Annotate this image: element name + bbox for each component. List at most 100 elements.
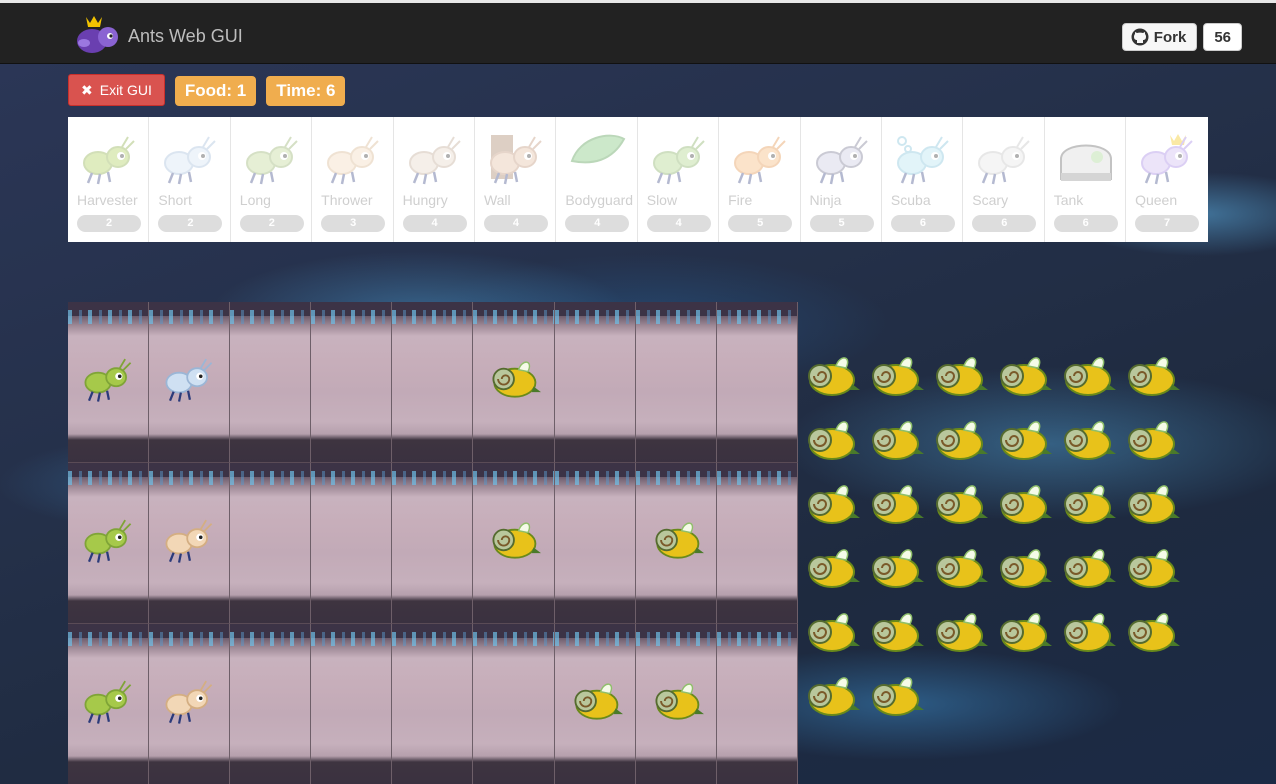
hive-bee-icon: [808, 677, 860, 716]
ant-card-fire[interactable]: Fire 5: [719, 117, 801, 242]
hive-bee-icon: [1064, 613, 1116, 652]
ant-cost-badge: 2: [77, 215, 141, 232]
queen-ant-logo-icon: [77, 16, 118, 53]
ant-card-short[interactable]: Short 2: [149, 117, 231, 242]
tunnel-tile[interactable]: [149, 624, 231, 784]
short-thrower-ant-icon: [165, 358, 213, 402]
hive-bee-icon: [936, 485, 988, 524]
ant-name: Fire: [728, 192, 753, 208]
tunnel-tile[interactable]: [68, 624, 150, 784]
scuba-ant-icon: [896, 136, 949, 185]
tunnel-tile[interactable]: [392, 302, 474, 463]
tunnel-tile[interactable]: [230, 463, 312, 624]
bee-hive: [800, 352, 1200, 782]
tunnel-tile[interactable]: [392, 463, 474, 624]
hive-bee-icon: [1000, 421, 1052, 460]
tunnel-tile[interactable]: [311, 624, 393, 784]
github-fork: Fork 56: [1121, 23, 1242, 51]
fork-count[interactable]: 56: [1203, 23, 1242, 51]
queen-ant-icon: [1141, 134, 1193, 185]
ant-card-tank[interactable]: Tank 6: [1045, 117, 1127, 242]
tunnel-tile[interactable]: [554, 463, 636, 624]
ant-cost-badge: 7: [1135, 215, 1200, 232]
tank-ant-icon: [1059, 144, 1112, 181]
hive-bee-icon: [936, 613, 988, 652]
ant-card-ninja[interactable]: Ninja 5: [801, 117, 882, 242]
app-title: Ants Web GUI: [128, 25, 243, 46]
hive-bee-icon: [1064, 357, 1116, 396]
tunnel-tile[interactable]: [392, 624, 474, 784]
wall-ant-icon: [489, 135, 542, 185]
ant-card-wall[interactable]: Wall 4: [475, 117, 557, 242]
tunnel-tile[interactable]: [230, 302, 312, 463]
exit-gui-label: Exit GUI: [99, 82, 152, 98]
ant-cost-badge: 2: [239, 215, 304, 232]
tunnel-tile[interactable]: [149, 302, 231, 463]
tunnel-row: [68, 302, 798, 463]
game-board: [68, 302, 798, 784]
tunnel-tile[interactable]: [311, 302, 393, 463]
ant-name: Thrower: [321, 192, 373, 208]
time-counter: Time: 6: [266, 76, 346, 106]
hive-bee-icon: [1128, 549, 1180, 588]
hive-bee-icon: [808, 485, 860, 524]
tunnel-tile[interactable]: [635, 624, 717, 784]
bee-icon: [655, 522, 704, 559]
hive-bee-icon: [872, 485, 924, 524]
ant-card-slow[interactable]: Slow 4: [638, 117, 720, 242]
tunnel-tile[interactable]: [635, 302, 717, 463]
tunnel-tile[interactable]: [68, 302, 150, 463]
tunnel-tile[interactable]: [716, 463, 798, 624]
hive-bee-icon: [808, 421, 860, 460]
exit-gui-button[interactable]: ✖ Exit GUI: [68, 74, 165, 106]
ant-card-hungry[interactable]: Hungry 4: [394, 117, 475, 242]
tunnel-tile[interactable]: [149, 463, 231, 624]
tunnel-tile[interactable]: [554, 302, 636, 463]
harvester-ant-icon: [84, 680, 132, 724]
ant-card-scary[interactable]: Scary 6: [963, 117, 1045, 242]
hive-bee-icon: [872, 549, 924, 588]
hive-bee-icon: [936, 421, 988, 460]
ant-cost-badge: 2: [158, 215, 223, 232]
tunnel-tile[interactable]: [230, 624, 312, 784]
fire-ant-icon: [734, 136, 786, 185]
harvester-ant-icon: [84, 519, 132, 563]
ant-card-harvester[interactable]: Harvester 2: [68, 117, 150, 242]
hive-bee-icon: [1128, 613, 1180, 652]
hive-bee-icon: [1000, 613, 1052, 652]
ant-name: Hungry: [402, 192, 448, 208]
slow-ant-icon: [652, 136, 705, 185]
ant-card-scuba[interactable]: Scuba 6: [882, 117, 964, 242]
tunnel-tile[interactable]: [311, 463, 393, 624]
ant-name: Slow: [646, 192, 678, 208]
ninja-ant-icon: [815, 136, 868, 185]
ant-card-bodyguard[interactable]: Bodyguard 4: [556, 117, 638, 242]
bee-icon: [574, 683, 623, 720]
hive-bee-icon: [1064, 549, 1116, 588]
github-icon: [1131, 28, 1149, 46]
tunnel-tile[interactable]: [716, 302, 798, 463]
short-ant-icon: [164, 136, 217, 185]
hive-bee-icon: [1000, 357, 1052, 396]
thrower-ant-icon: [165, 680, 213, 724]
tunnel-tile[interactable]: [68, 463, 150, 624]
hive-bee-icon: [872, 613, 924, 652]
ant-cost-badge: 4: [483, 215, 548, 232]
tunnel-tile[interactable]: [473, 302, 555, 463]
tunnel-tile[interactable]: [473, 463, 555, 624]
hive-bee-icon: [808, 357, 860, 396]
harvester-ant-icon: [83, 136, 135, 185]
tunnel-tile[interactable]: [716, 624, 798, 784]
ant-name: Long: [239, 192, 271, 208]
tunnel-tile[interactable]: [554, 624, 636, 784]
ant-cost-badge: 6: [890, 215, 955, 232]
fork-button[interactable]: Fork: [1121, 23, 1198, 51]
brand[interactable]: Ants Web GUI: [72, 13, 243, 59]
ant-cost-badge: 4: [402, 215, 467, 232]
ant-card-queen[interactable]: Queen 7: [1126, 117, 1207, 242]
hive-bee-icon: [936, 549, 988, 588]
ant-card-thrower[interactable]: Thrower 3: [312, 117, 394, 242]
tunnel-tile[interactable]: [473, 624, 555, 784]
tunnel-tile[interactable]: [635, 463, 717, 624]
ant-card-long[interactable]: Long 2: [231, 117, 313, 242]
